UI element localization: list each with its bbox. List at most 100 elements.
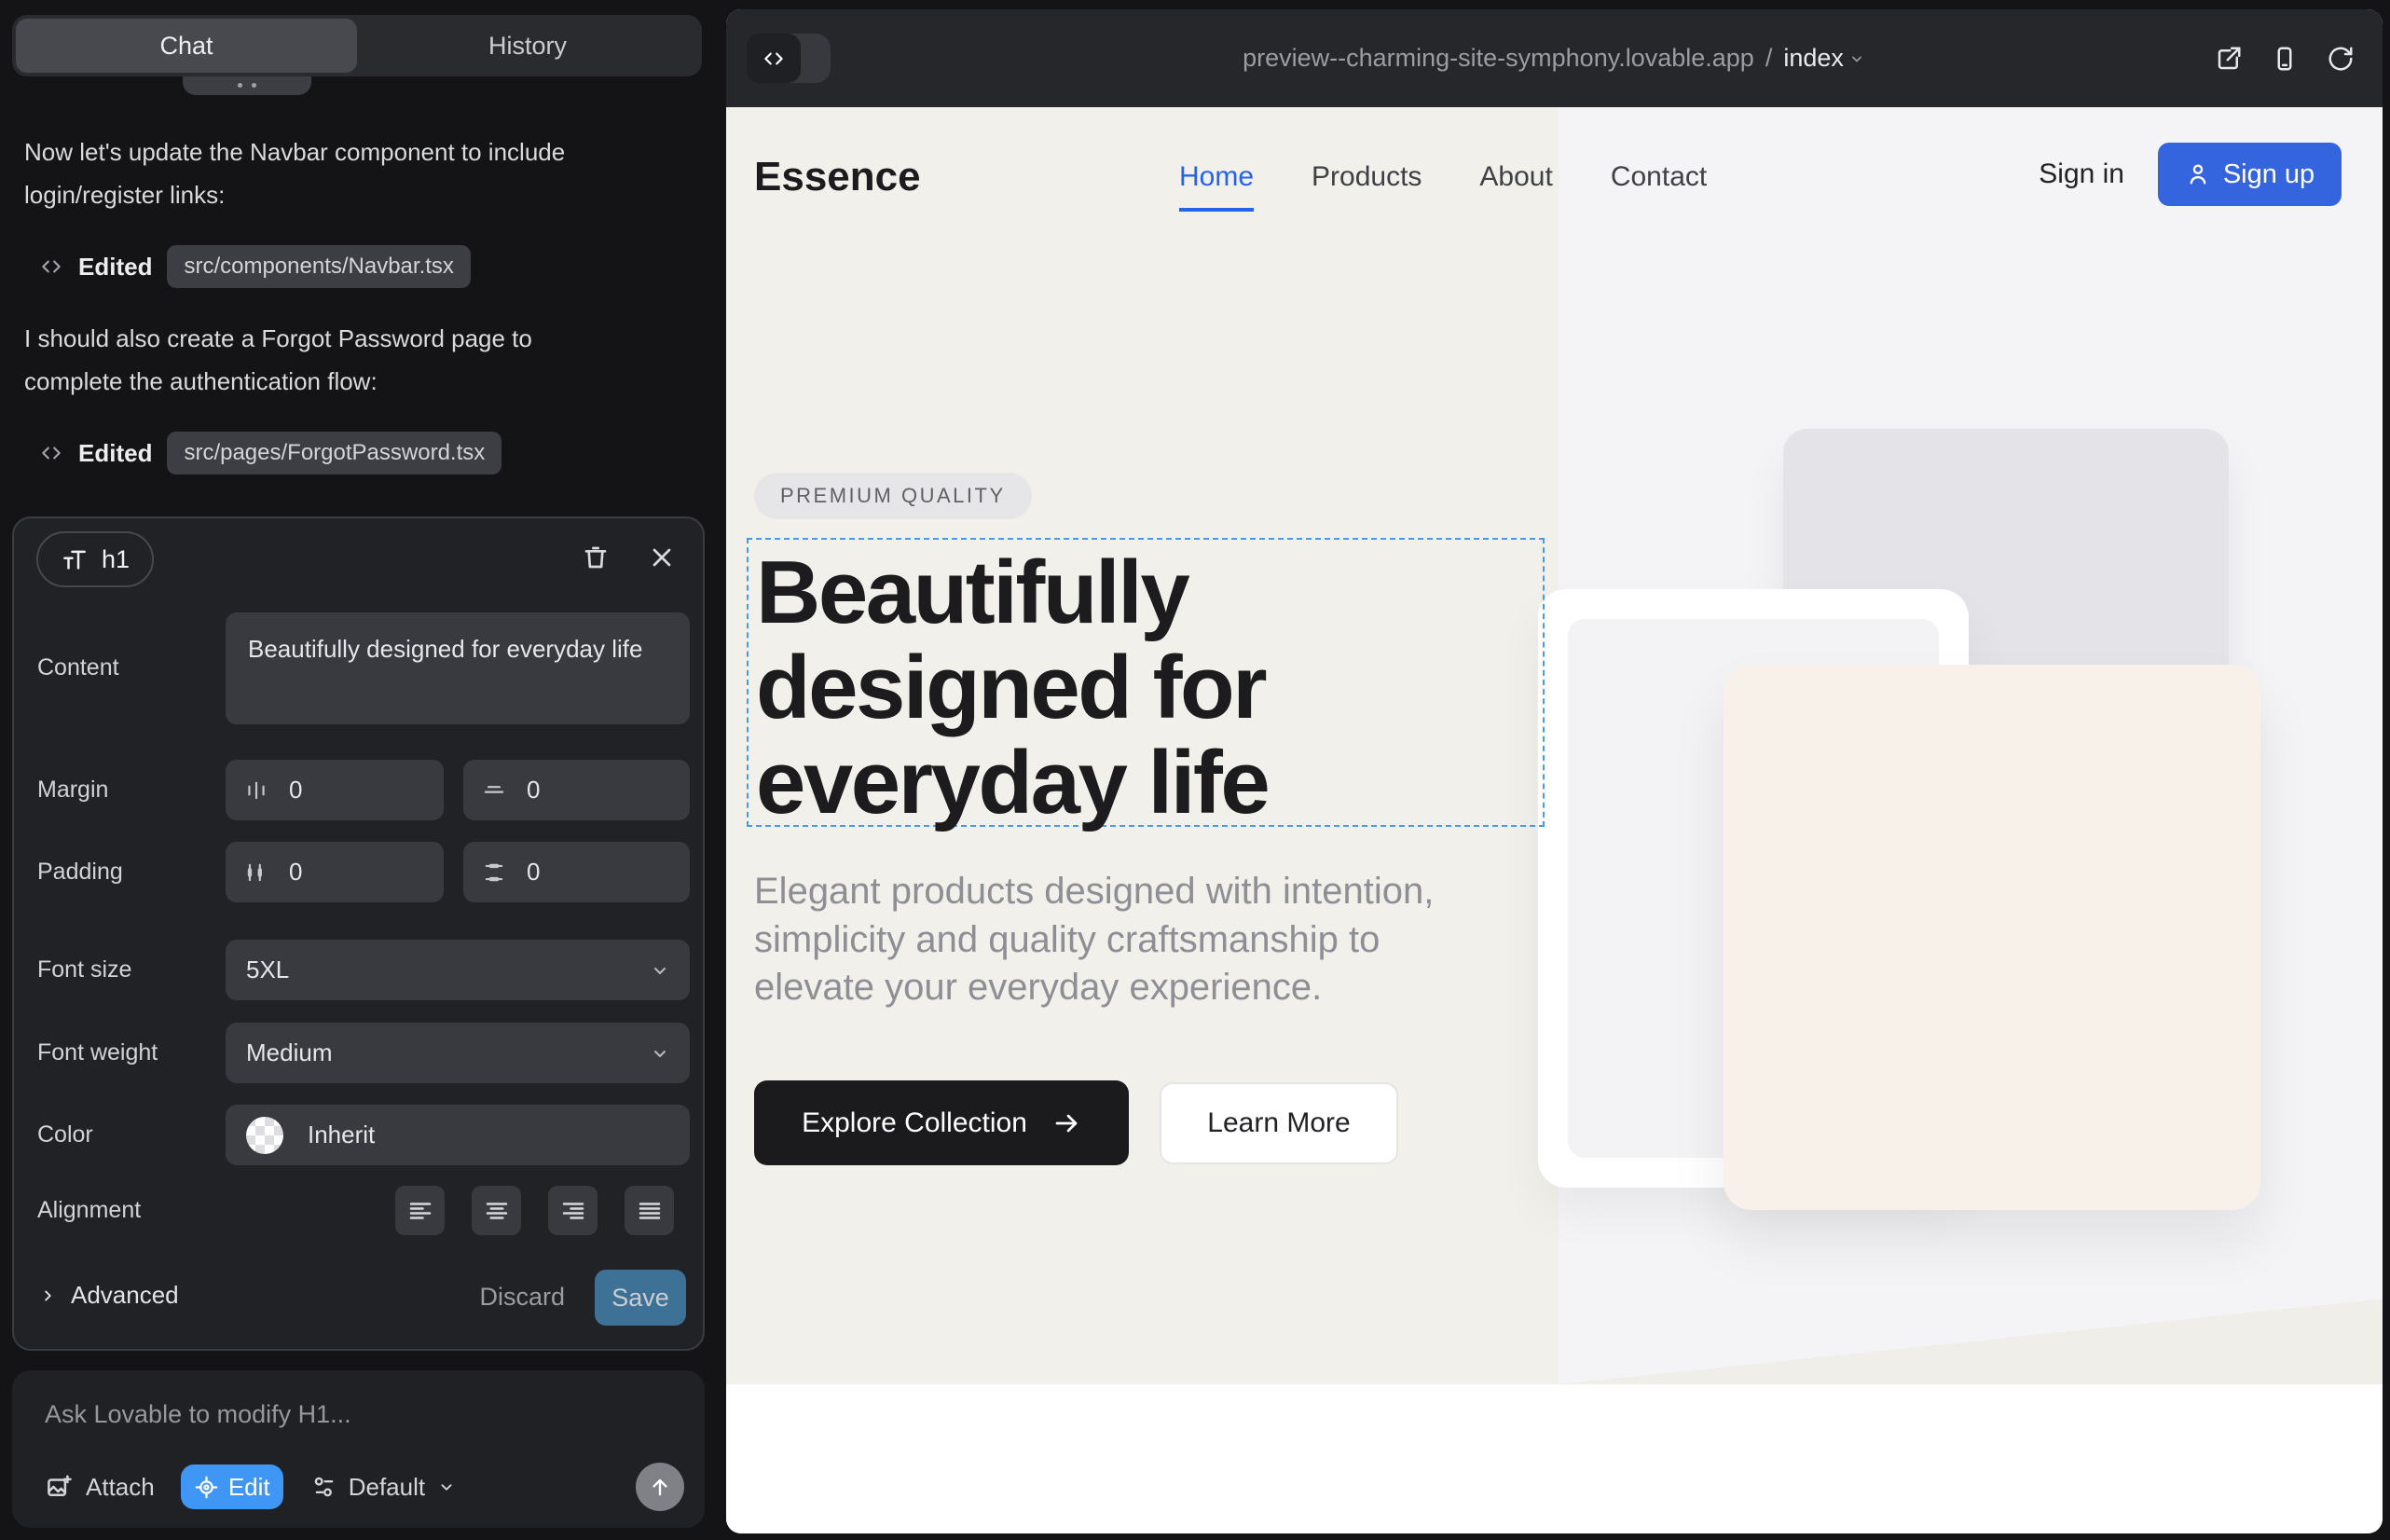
locate-icon: [194, 1475, 219, 1500]
chat-composer: Attach Edit Default: [12, 1370, 705, 1528]
edited-label: Edited: [78, 253, 152, 282]
margin-horizontal-icon: [244, 778, 268, 803]
composer-input[interactable]: [45, 1400, 651, 1429]
padding-y-input[interactable]: 0: [463, 842, 690, 902]
open-external-button[interactable]: [2215, 45, 2243, 73]
font-weight-label: Font weight: [37, 1039, 158, 1066]
chevron-right-icon: [37, 1286, 58, 1306]
external-link-icon: [2215, 45, 2243, 73]
file-path-chip[interactable]: src/pages/ForgotPassword.tsx: [167, 432, 501, 474]
font-size-select[interactable]: 5XL: [226, 940, 690, 1000]
content-label: Content: [37, 654, 119, 681]
preview-domain: preview--charming-site-symphony.lovable.…: [1243, 44, 1754, 73]
image-plus-icon: [45, 1473, 73, 1501]
attach-button[interactable]: Attach: [45, 1473, 155, 1502]
chat-history-tabbar: Chat History: [12, 15, 702, 76]
alignment-label: Alignment: [37, 1197, 141, 1224]
arrow-right-icon: [1051, 1108, 1081, 1138]
sign-in-link[interactable]: Sign in: [2039, 158, 2124, 190]
margin-label: Margin: [37, 777, 108, 804]
chevron-down-icon: [1847, 49, 1866, 68]
file-path-chip[interactable]: src/components/Navbar.tsx: [167, 245, 470, 288]
mode-label: Default: [349, 1473, 425, 1502]
page-name: index: [1783, 44, 1844, 73]
padding-x-input[interactable]: 0: [226, 842, 444, 902]
align-justify-button[interactable]: [625, 1186, 674, 1235]
nav-link-products[interactable]: Products: [1312, 161, 1422, 193]
sliders-icon: [311, 1474, 337, 1500]
chevron-down-icon: [436, 1477, 457, 1497]
refresh-icon: [2327, 45, 2355, 73]
site-logo[interactable]: Essence: [754, 154, 921, 200]
padding-x-value: 0: [289, 858, 302, 887]
hero-description: Elegant products designed with intention…: [754, 868, 1509, 1012]
nav-link-about[interactable]: About: [1479, 161, 1552, 193]
color-select[interactable]: Inherit: [226, 1105, 690, 1165]
nav-link-contact[interactable]: Contact: [1611, 161, 1707, 193]
send-button[interactable]: [636, 1463, 684, 1511]
save-button[interactable]: Save: [595, 1270, 686, 1326]
align-right-button[interactable]: [548, 1186, 598, 1235]
chevron-down-icon: [649, 1042, 671, 1065]
edit-label: Edit: [228, 1473, 270, 1502]
tab-history[interactable]: History: [357, 19, 698, 73]
chevron-down-icon: [649, 959, 671, 982]
selected-element-outline: Beautifully designed for everyday life: [747, 538, 1545, 827]
code-icon: [39, 441, 63, 465]
site-nav-links: Home Products About Contact: [1179, 161, 1707, 193]
hero-cta-row: Explore Collection Learn More: [754, 1080, 1398, 1165]
padding-label: Padding: [37, 859, 123, 886]
tab-chat[interactable]: Chat: [16, 19, 357, 73]
lovable-app: Chat History Now let's update the Navbar…: [0, 0, 2390, 1540]
color-value: Inherit: [308, 1121, 375, 1149]
align-left-button[interactable]: [395, 1186, 445, 1235]
typography-icon: [61, 545, 89, 573]
topbar-actions: [2215, 9, 2355, 107]
assistant-message: Now let's update the Navbar component to…: [24, 131, 621, 216]
close-editor-button[interactable]: [647, 543, 677, 572]
site-navbar: Essence Home Products About Contact Sign…: [726, 107, 2383, 247]
padding-y-value: 0: [527, 858, 540, 887]
margin-y-input[interactable]: 0: [463, 760, 690, 820]
attach-label: Attach: [86, 1473, 155, 1502]
hero-product-card-beige: [1724, 665, 2260, 1210]
margin-vertical-icon: [482, 778, 506, 803]
discard-button[interactable]: Discard: [479, 1283, 565, 1312]
margin-x-input[interactable]: 0: [226, 760, 444, 820]
selected-element-tag-pill: h1: [36, 531, 154, 587]
explore-collection-button[interactable]: Explore Collection: [754, 1080, 1129, 1165]
edited-label: Edited: [78, 439, 152, 468]
nav-link-home[interactable]: Home: [1179, 161, 1254, 193]
align-center-button[interactable]: [472, 1186, 521, 1235]
preview-url-bar[interactable]: preview--charming-site-symphony.lovable.…: [726, 9, 2383, 107]
advanced-toggle[interactable]: Advanced: [37, 1281, 179, 1310]
sign-up-button[interactable]: Sign up: [2158, 143, 2342, 206]
alignment-buttons: [395, 1186, 674, 1235]
smartphone-icon: [2271, 45, 2299, 73]
padding-horizontal-icon: [244, 860, 268, 885]
scrolled-chip-fragment: [183, 75, 311, 95]
page-selector[interactable]: index: [1783, 44, 1866, 73]
margin-y-value: 0: [527, 776, 540, 804]
margin-x-value: 0: [289, 776, 302, 804]
url-separator: /: [1765, 44, 1773, 73]
edit-mode-button[interactable]: Edit: [181, 1464, 283, 1509]
preview-topbar: preview--charming-site-symphony.lovable.…: [726, 9, 2383, 107]
learn-more-button[interactable]: Learn More: [1160, 1082, 1398, 1164]
font-weight-value: Medium: [246, 1038, 332, 1067]
hero-heading[interactable]: Beautifully designed for everyday life: [749, 540, 1543, 830]
font-size-label: Font size: [37, 956, 131, 983]
element-tag-label: h1: [102, 545, 130, 574]
mode-select[interactable]: Default: [311, 1473, 457, 1502]
preview-frame: preview--charming-site-symphony.lovable.…: [726, 9, 2383, 1533]
advanced-label: Advanced: [71, 1281, 179, 1310]
composer-toolbar: Attach Edit Default: [45, 1463, 684, 1511]
refresh-button[interactable]: [2327, 45, 2355, 73]
assistant-message: I should also create a Forgot Password p…: [24, 317, 621, 403]
font-weight-select[interactable]: Medium: [226, 1023, 690, 1083]
chat-sidebar: Chat History Now let's update the Navbar…: [0, 0, 718, 1540]
delete-element-button[interactable]: [581, 543, 611, 572]
edited-file-row: Edited src/pages/ForgotPassword.tsx: [39, 429, 501, 477]
content-input[interactable]: Beautifully designed for everyday life: [226, 612, 690, 724]
mobile-view-button[interactable]: [2271, 45, 2299, 73]
